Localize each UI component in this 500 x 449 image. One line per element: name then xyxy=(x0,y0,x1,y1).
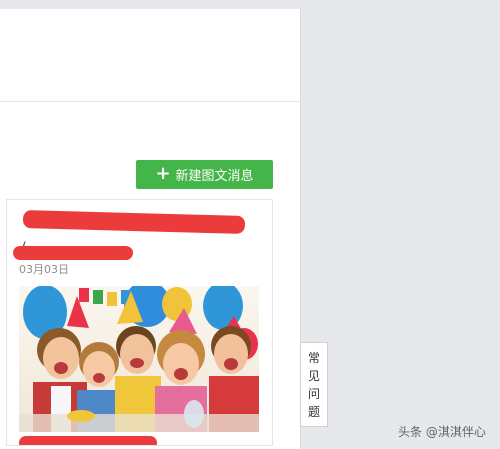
article-card[interactable]: 【 , ( 03月03日 xyxy=(6,199,273,446)
redaction-mark xyxy=(19,436,157,445)
watermark-text: 头条 @淇淇伴心 xyxy=(398,425,486,439)
article-cover-image[interactable] xyxy=(19,286,259,432)
panel-divider xyxy=(0,101,300,102)
faq-char: 题 xyxy=(307,404,320,419)
faq-char: 问 xyxy=(307,386,320,401)
new-article-button[interactable]: + 新建图文消息 xyxy=(136,160,273,189)
panel-header-area xyxy=(0,9,300,101)
new-article-label: 新建图文消息 xyxy=(175,169,254,184)
redaction-mark xyxy=(13,246,133,260)
faq-char: 见 xyxy=(307,368,320,383)
faq-button[interactable]: 常 见 问 题 xyxy=(300,342,328,427)
plus-icon: + xyxy=(155,163,171,184)
faq-char: 常 xyxy=(307,350,320,365)
article-date: 03月03日 xyxy=(19,263,69,276)
redaction-mark xyxy=(22,210,246,234)
